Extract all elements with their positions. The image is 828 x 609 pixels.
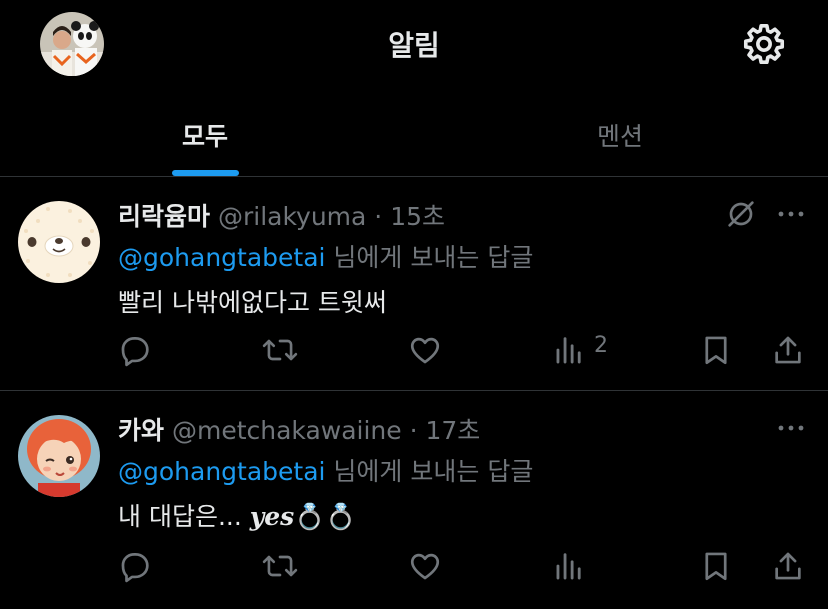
reply-icon — [121, 337, 149, 367]
heart-icon — [410, 553, 440, 580]
timestamp[interactable]: 15초 — [390, 202, 445, 231]
mute-icon[interactable] — [725, 198, 757, 230]
user-handle[interactable]: @metchakawaiine — [172, 416, 402, 445]
tweet-header: 리락윰마 @rilakyuma · 15초 — [118, 197, 445, 233]
reply-to-label: 님에게 보내는 답글 — [325, 243, 534, 272]
tab-all-label: 모두 — [181, 122, 228, 151]
reply-to-mention[interactable]: @gohangtabetai — [118, 243, 325, 272]
share-icon — [775, 552, 801, 580]
reply-icon — [121, 553, 149, 583]
tweet-item[interactable]: 리락윰마 @rilakyuma · 15초 @gohangtabetai 님에게… — [0, 177, 828, 390]
reply-context: @gohangtabetai 님에게 보내는 답글 — [118, 238, 533, 274]
tweet-item[interactable]: 카와 @metchakawaiine · 17초 @gohangtabetai … — [0, 391, 828, 609]
tweet-actions: 2 — [0, 329, 828, 369]
views-button[interactable] — [553, 545, 623, 585]
bookmark-icon — [705, 552, 727, 581]
tab-mentions-label: 멘션 — [596, 122, 643, 151]
separator-dot: · — [366, 202, 391, 231]
rilakkuma-avatar[interactable] — [18, 201, 100, 283]
tweet-text-emphasis: yes — [249, 502, 295, 531]
more-options-icon[interactable] — [776, 199, 806, 229]
views-count: 2 — [594, 333, 608, 358]
reply-to-mention[interactable]: @gohangtabetai — [118, 457, 325, 486]
tweet-text: 빨리 나밖에없다고 트윗써 — [118, 288, 387, 317]
gear-icon[interactable] — [741, 21, 787, 67]
more-options-icon[interactable] — [776, 413, 806, 443]
timestamp[interactable]: 17초 — [426, 416, 481, 445]
reply-context: @gohangtabetai 님에게 보내는 답글 — [118, 452, 533, 488]
share-icon — [775, 336, 801, 364]
retweet-icon — [262, 555, 298, 577]
tweet-text: 내 대답은... yes💍💍 — [118, 497, 357, 533]
reply-to-label: 님에게 보내는 답글 — [325, 457, 534, 486]
views-button[interactable]: 2 — [553, 329, 623, 369]
display-name[interactable]: 리락윰마 — [118, 202, 210, 231]
page-title: 알림 — [388, 29, 440, 62]
top-bar: 알림 — [0, 0, 828, 88]
tab-mentions[interactable]: 멘션 — [412, 100, 828, 176]
bookmark-icon — [705, 336, 727, 365]
anime-girl-avatar[interactable] — [18, 415, 100, 497]
tweet-actions — [0, 545, 828, 585]
views-icon — [556, 337, 581, 364]
ring-emoji: 💍💍 — [294, 502, 357, 531]
tab-all[interactable]: 모두 — [0, 100, 412, 176]
user-handle[interactable]: @rilakyuma — [218, 202, 366, 231]
tweet-header: 카와 @metchakawaiine · 17초 — [118, 411, 480, 447]
views-icon — [556, 553, 581, 580]
separator-dot: · — [401, 416, 426, 445]
retweet-icon — [262, 339, 298, 361]
tweet-text-prefix: 내 대답은... — [118, 502, 250, 531]
display-name[interactable]: 카와 — [118, 416, 164, 445]
heart-icon — [410, 337, 440, 364]
notification-tabs: 모두 멘션 — [0, 100, 828, 176]
